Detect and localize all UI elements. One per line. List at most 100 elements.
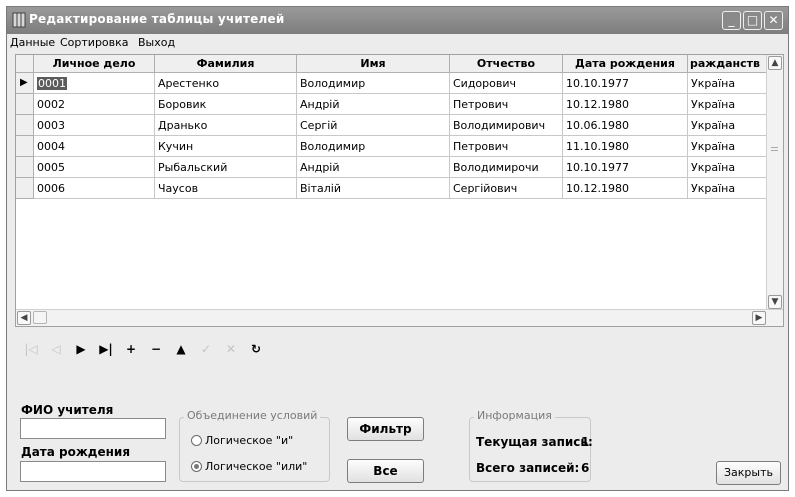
row-indicator[interactable] [16,115,34,136]
radio-and[interactable]: Логическое "и" [191,434,293,448]
birth-date-input[interactable] [20,461,166,482]
cell-text: Арестенко [158,77,220,90]
cell-text: 10.10.1977 [566,161,629,174]
cell-text: 10.12.1980 [566,182,629,195]
radio-and-indicator [191,435,202,446]
post-icon[interactable]: ✓ [196,339,216,359]
cell-personal-file[interactable]: 0004 [34,136,155,157]
cell-text: Сергійович [453,182,518,195]
maximize-button[interactable]: □ [743,11,762,30]
cell-surname[interactable]: Боровик [155,94,297,115]
filter-button[interactable]: Фильтр [347,417,424,441]
cell-citizenship[interactable]: Україна [688,73,769,94]
cell-patronymic[interactable]: Володимирочи [450,157,563,178]
row-indicator[interactable] [16,157,34,178]
cell-birth-date[interactable]: 11.10.1980 [563,136,688,157]
cell-text: Віталій [300,182,341,195]
cell-text: 10.12.1980 [566,98,629,111]
row-indicator[interactable]: ▶ [16,73,34,94]
cell-text: Володимир [300,140,366,153]
last-icon[interactable]: ▶| [96,339,116,359]
close-button[interactable]: Закрыть [716,461,781,485]
cell-personal-file[interactable]: 0001 [34,73,155,94]
cell-name[interactable]: Володимир [297,136,450,157]
cell-citizenship[interactable]: Україна [688,94,769,115]
menu-exit[interactable]: Выход [138,36,175,49]
cancel-icon[interactable]: ✕ [221,339,241,359]
close-window-button[interactable]: ✕ [764,11,783,30]
edit-icon[interactable]: ▲ [171,339,191,359]
scroll-right-button[interactable]: ▶ [752,311,766,325]
cell-name[interactable]: Віталій [297,178,450,199]
scroll-down-button[interactable]: ▼ [768,295,782,309]
cell-patronymic[interactable]: Сергійович [450,178,563,199]
column-header-citizenship[interactable]: ражданств [688,55,769,73]
scroll-up-button[interactable]: ▲ [768,56,782,70]
vertical-scrollbar[interactable]: ▲ ▼ [766,55,783,310]
prior-icon[interactable]: ◁ [46,339,66,359]
cell-citizenship[interactable]: Україна [688,136,769,157]
cell-personal-file[interactable]: 0005 [34,157,155,178]
cell-citizenship[interactable]: Україна [688,178,769,199]
cell-patronymic[interactable]: Петрович [450,94,563,115]
cell-surname[interactable]: Рыбальский [155,157,297,178]
first-icon[interactable]: |◁ [21,339,41,359]
menu-sort[interactable]: Сортировка [60,36,129,49]
cell-text: Боровик [158,98,207,111]
cell-text: 0001 [37,77,67,90]
cell-text: Україна [691,182,736,195]
cell-personal-file[interactable]: 0002 [34,94,155,115]
row-indicator[interactable] [16,136,34,157]
cell-citizenship[interactable]: Україна [688,157,769,178]
cell-surname[interactable]: Арестенко [155,73,297,94]
cell-birth-date[interactable]: 10.10.1977 [563,73,688,94]
cell-surname[interactable]: Кучин [155,136,297,157]
column-header-surname[interactable]: Фамилия [155,55,297,73]
column-header-personal-file[interactable]: Личное дело [34,55,155,73]
fio-label: ФИО учителя [21,403,114,417]
next-icon[interactable]: ▶ [71,339,91,359]
cell-text: Рыбальский [158,161,228,174]
cell-text: Україна [691,161,736,174]
radio-or[interactable]: Логическое "или" [191,460,307,474]
delete-icon[interactable]: − [146,339,166,359]
all-button[interactable]: Все [347,459,424,483]
cell-name[interactable]: Андрій [297,94,450,115]
column-header-name[interactable]: Имя [297,55,450,73]
fio-input[interactable] [20,418,166,439]
refresh-icon[interactable]: ↻ [246,339,266,359]
cell-patronymic[interactable]: Сидорович [450,73,563,94]
minimize-button[interactable]: _ [722,11,741,30]
conditions-caption: Объединение условий [184,409,321,422]
cell-birth-date[interactable]: 10.12.1980 [563,94,688,115]
scroll-thumb[interactable] [33,311,47,324]
menu-data[interactable]: Данные [10,36,55,49]
cell-name[interactable]: Сергій [297,115,450,136]
cell-patronymic[interactable]: Петрович [450,136,563,157]
row-indicator[interactable] [16,178,34,199]
current-record-value: 1 [581,435,590,449]
cell-name[interactable]: Володимир [297,73,450,94]
column-header-patronymic[interactable]: Отчество [450,55,563,73]
teachers-grid[interactable]: Личное дело Фамилия Имя Отчество Дата ро… [15,54,784,327]
cell-birth-date[interactable]: 10.12.1980 [563,178,688,199]
cell-surname[interactable]: Чаусов [155,178,297,199]
horizontal-scrollbar[interactable]: ◀ ▶ [16,309,783,326]
cell-name[interactable]: Андрій [297,157,450,178]
cell-text: 0002 [37,98,65,111]
cell-personal-file[interactable]: 0003 [34,115,155,136]
insert-icon[interactable]: + [121,339,141,359]
cell-citizenship[interactable]: Україна [688,115,769,136]
cell-personal-file[interactable]: 0006 [34,178,155,199]
title-bar[interactable]: Редактирование таблицы учителей _ □ ✕ [7,7,788,34]
cell-patronymic[interactable]: Володимирович [450,115,563,136]
cell-birth-date[interactable]: 10.10.1977 [563,157,688,178]
cell-text: Україна [691,140,736,153]
cell-text: Сергій [300,119,338,132]
cell-surname[interactable]: Дранько [155,115,297,136]
cell-text: Андрій [300,98,340,111]
cell-birth-date[interactable]: 10.06.1980 [563,115,688,136]
row-indicator[interactable] [16,94,34,115]
column-header-birth-date[interactable]: Дата рождения [563,55,688,73]
scroll-left-button[interactable]: ◀ [17,311,31,325]
